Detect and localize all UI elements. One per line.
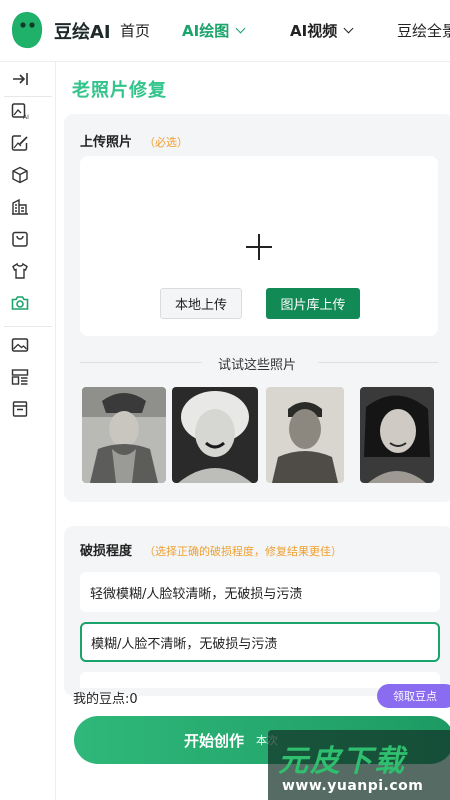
divider-line [80,362,202,363]
layout-icon[interactable] [9,366,31,388]
document-icon[interactable] [9,398,31,420]
plus-icon-bar [246,246,272,248]
damage-title: 破损程度 [80,544,133,559]
building-icon[interactable] [9,196,31,218]
sample-photo-3[interactable] [266,387,344,483]
watermark-url: www.yuanpi.com [282,778,424,794]
nav-ai-draw[interactable]: AI绘图 [182,20,246,41]
camera-icon[interactable] [9,292,31,314]
page-title: 老照片修复 [72,80,167,101]
sample-photo-1[interactable] [82,387,166,483]
top-bar: 豆绘AI 首页 AI绘图 AI视频 豆绘全景 [0,0,450,62]
beans-count: 我的豆点:0 [73,692,138,707]
shirt-icon[interactable] [9,260,31,282]
nav-all[interactable]: 豆绘全景 [397,20,450,41]
sample-photo-2[interactable] [172,387,258,483]
start-label: 开始创作 [184,732,245,750]
nav-ai-video[interactable]: AI视频 [290,20,354,41]
image-ai-icon[interactable]: AI [9,100,31,122]
bag-icon[interactable] [9,228,31,250]
upload-title: 上传照片 [80,135,133,150]
cube-icon[interactable] [9,164,31,186]
local-upload-button[interactable]: 本地上传 [160,288,242,319]
svg-text:AI: AI [23,114,29,121]
damage-section-title: 破损程度 （选择正确的破损程度，修复结果更佳） [80,540,342,559]
app: 豆绘AI 首页 AI绘图 AI视频 豆绘全景 AI 老照片修复 上传照片 （必选… [0,0,450,800]
samples-title: 试试这些照片 [218,358,297,373]
library-upload-button[interactable]: 图片库上传 [266,288,360,319]
damage-option-blurry-selected[interactable]: 模糊/人脸不清晰，无破损与污渍 [80,622,440,662]
chevron-down-icon [343,23,354,34]
upload-section-title: 上传照片 （必选） [80,131,188,150]
sample-photo-4[interactable] [360,387,434,483]
watermark-text: 元皮下载 [278,744,406,779]
edit-image-icon[interactable] [9,132,31,154]
chevron-down-icon [235,23,246,34]
damage-option-light[interactable]: 轻微模糊/人脸较清晰，无破损与污渍 [80,572,440,612]
nav-ai-draw-label: AI绘图 [182,22,230,40]
collapse-arrow-icon[interactable] [9,68,31,90]
sidebar-divider [4,96,52,97]
nav-ai-video-label: AI视频 [290,22,338,40]
brand-name[interactable]: 豆绘AI [54,18,111,44]
required-note: （必选） [144,136,189,149]
divider-line [318,362,438,363]
picture-icon[interactable] [9,334,31,356]
damage-note: （选择正确的破损程度，修复结果更佳） [144,545,343,558]
sidebar-divider [4,326,52,327]
watermark-logo: 元皮下载 www.yuanpi.com [268,730,450,800]
sidebar: AI [0,62,56,800]
logo-icon[interactable] [10,10,44,50]
get-beans-button[interactable]: 领取豆点 [377,684,450,708]
nav-home[interactable]: 首页 [120,20,150,41]
